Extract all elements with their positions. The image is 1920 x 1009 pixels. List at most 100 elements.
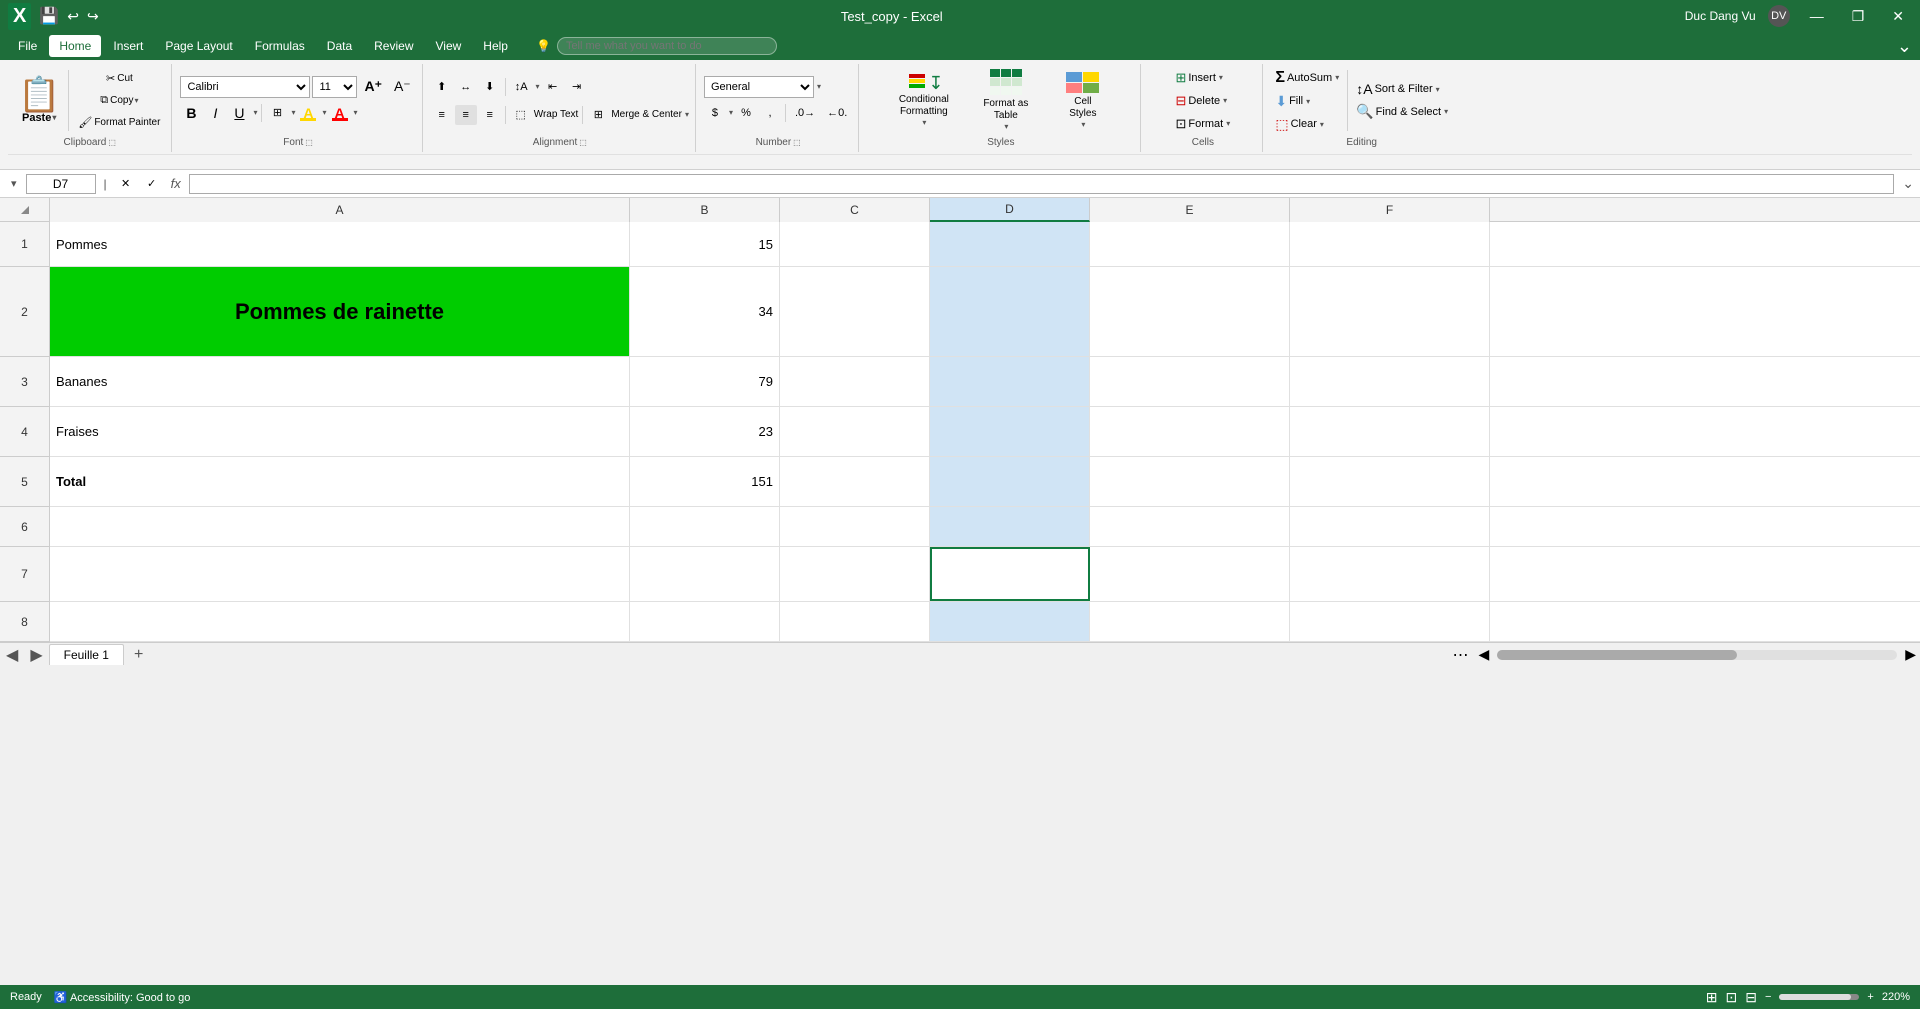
paste-dropdown-arrow[interactable]: ▾ [52,113,56,122]
align-middle-button[interactable]: ↔ [455,77,477,97]
font-color-dropdown-arrow[interactable]: ▾ [354,108,358,117]
h-scroll-track[interactable] [1497,650,1897,660]
bold-button[interactable]: B [180,103,202,123]
more-sheets-icon[interactable]: ⋯ [1446,645,1474,665]
row-header-8[interactable]: 8 [0,602,50,642]
format-cells-button[interactable]: ⊡ Format ▾ [1168,113,1237,135]
cell-c2[interactable] [780,267,930,356]
cell-f5[interactable] [1290,457,1490,506]
increase-decimal-button[interactable]: .0→ [790,103,820,123]
cancel-input-button[interactable]: ✕ [115,174,137,194]
alignment-expand-icon[interactable]: ⬚ [579,138,587,147]
cell-a7[interactable] [50,547,630,601]
row-header-5[interactable]: 5 [0,457,50,507]
search-input[interactable] [557,37,777,55]
cell-d6[interactable] [930,507,1090,546]
cell-e3[interactable] [1090,357,1290,406]
format-arrow[interactable]: ▾ [1226,119,1230,128]
border-button[interactable]: ⊞ [266,103,288,123]
cell-c8[interactable] [780,602,930,641]
redo-icon[interactable]: ↪ [87,8,99,25]
sort-filter-button[interactable]: ↕A Sort & Filter ▾ [1352,79,1452,99]
sum-arrow[interactable]: ▾ [1335,73,1339,82]
cell-b1[interactable]: 15 [630,222,780,266]
cell-d5[interactable] [930,457,1090,506]
fill-arrow[interactable]: ▾ [1306,97,1310,106]
cell-f8[interactable] [1290,602,1490,641]
menu-page-layout[interactable]: Page Layout [155,35,242,57]
menu-file[interactable]: File [8,35,47,57]
zoom-slider-track[interactable] [1779,994,1859,1000]
cell-d7-selected[interactable] [930,547,1090,601]
menu-help[interactable]: Help [473,35,518,57]
text-direction-button[interactable]: ↕A [510,77,533,97]
cell-c5[interactable] [780,457,930,506]
align-bottom-button[interactable]: ⬇ [479,77,501,97]
row-header-2[interactable]: 2 [0,267,50,357]
insert-cells-button[interactable]: ⊞ Insert ▾ [1168,67,1237,89]
cell-a3[interactable]: Bananes [50,357,630,406]
align-left-button[interactable]: ≡ [431,105,453,125]
cell-d1[interactable] [930,222,1090,266]
merge-center-arrow[interactable]: ▾ [685,110,689,119]
conditional-formatting-button[interactable]: ↧ ConditionalFormatting ▾ [884,70,964,130]
menu-view[interactable]: View [426,35,472,57]
fill-color-button[interactable]: A [297,103,319,123]
cell-a6[interactable] [50,507,630,546]
decrease-decimal-button[interactable]: ←0. [822,103,852,123]
menu-home[interactable]: Home [49,35,101,57]
align-right-button[interactable]: ≡ [479,105,501,125]
col-header-d[interactable]: D [930,198,1090,222]
page-layout-view-icon[interactable]: ⊡ [1726,989,1738,1006]
ribbon-collapse-icon[interactable]: ⌄ [1897,36,1912,57]
cell-e5[interactable] [1090,457,1290,506]
paste-button[interactable]: 📋 Paste ▾ [14,76,64,126]
cell-a8[interactable] [50,602,630,641]
insert-arrow[interactable]: ▾ [1219,73,1223,82]
minimize-button[interactable]: — [1802,4,1832,28]
comma-button[interactable]: , [759,103,781,123]
sum-button[interactable]: Σ AutoSum ▾ [1271,67,1343,89]
restore-button[interactable]: ❐ [1844,4,1873,29]
cell-f3[interactable] [1290,357,1490,406]
sheet-tab-feuille1[interactable]: Feuille 1 [49,644,124,665]
font-grow-button[interactable]: A⁺ [359,77,387,97]
cell-f1[interactable] [1290,222,1490,266]
fill-button[interactable]: ⬇ Fill ▾ [1271,91,1343,112]
formula-expand-button[interactable]: ⌄ [1902,175,1914,192]
zoom-decrease-button[interactable]: − [1765,991,1771,1003]
save-icon[interactable]: 💾 [39,6,59,26]
menu-review[interactable]: Review [364,35,423,57]
col-header-b[interactable]: B [630,198,780,222]
currency-arrow[interactable]: ▾ [729,108,733,117]
cell-a5[interactable]: Total [50,457,630,506]
cell-c6[interactable] [780,507,930,546]
delete-arrow[interactable]: ▾ [1223,96,1227,105]
cell-e6[interactable] [1090,507,1290,546]
cell-f2[interactable] [1290,267,1490,356]
cell-e1[interactable] [1090,222,1290,266]
row-header-1[interactable]: 1 [0,222,50,267]
col-header-f[interactable]: F [1290,198,1490,222]
underline-button[interactable]: U [228,103,250,123]
cell-b2[interactable]: 34 [630,267,780,356]
delete-cells-button[interactable]: ⊟ Delete ▾ [1168,90,1237,112]
cut-button[interactable]: ✂ Cut [73,69,165,89]
number-expand-icon[interactable]: ⬚ [793,138,801,147]
fill-color-dropdown-arrow[interactable]: ▾ [322,108,326,117]
cell-d4[interactable] [930,407,1090,456]
wrap-text-button[interactable]: ⬚ [510,105,532,125]
cell-f6[interactable] [1290,507,1490,546]
cell-c3[interactable] [780,357,930,406]
h-scroll-thumb[interactable] [1497,650,1737,660]
cell-b3[interactable]: 79 [630,357,780,406]
cell-e4[interactable] [1090,407,1290,456]
row-header-7[interactable]: 7 [0,547,50,602]
cell-b7[interactable] [630,547,780,601]
font-shrink-button[interactable]: A⁻ [389,77,416,97]
confirm-input-button[interactable]: ✓ [141,174,163,194]
row-header-6[interactable]: 6 [0,507,50,547]
cell-styles-button[interactable]: CellStyles ▾ [1048,70,1118,130]
select-all-triangle[interactable] [21,206,29,214]
cell-b6[interactable] [630,507,780,546]
